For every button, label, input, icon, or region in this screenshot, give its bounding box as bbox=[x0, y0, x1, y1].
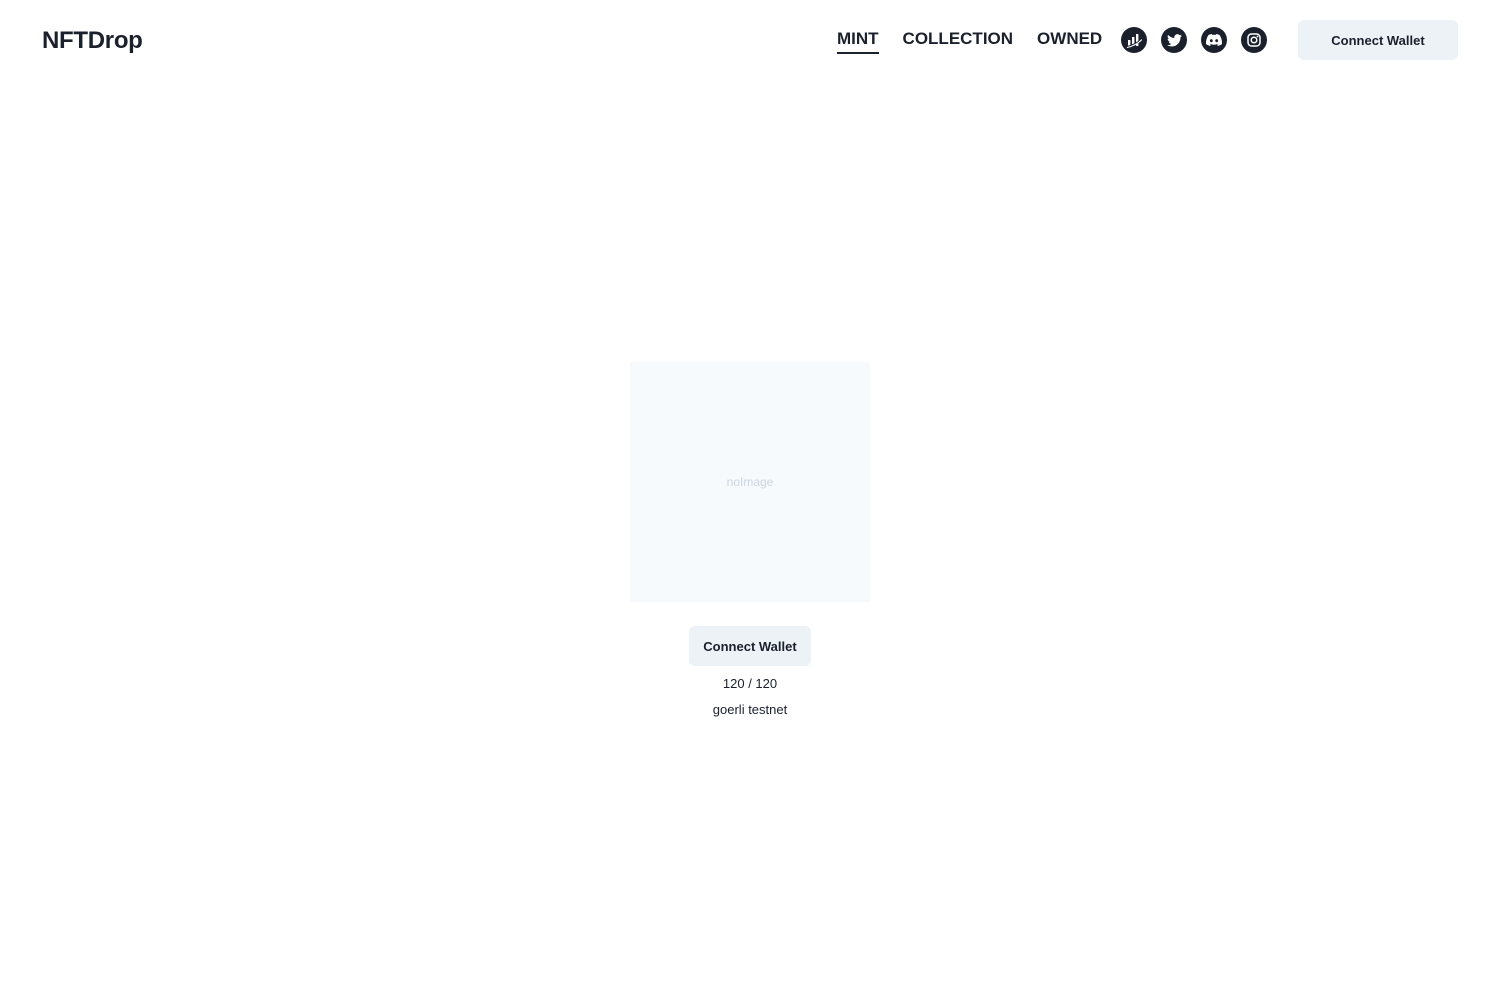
mint-panel: noImage Connect Wallet 120 / 120 goerli … bbox=[630, 362, 870, 718]
connect-wallet-button[interactable]: Connect Wallet bbox=[1298, 20, 1458, 60]
nft-image-placeholder: noImage bbox=[630, 362, 870, 602]
nav-owned[interactable]: OWNED bbox=[1037, 28, 1102, 54]
chart-icon[interactable] bbox=[1121, 27, 1147, 53]
page: NFTDrop MINT COLLECTION OWNED Connect Wa… bbox=[0, 0, 1500, 1000]
supply-count: 120 / 120 bbox=[722, 676, 778, 691]
network-label: goerli testnet bbox=[712, 702, 788, 717]
nav-mint[interactable]: MINT bbox=[837, 28, 879, 54]
twitter-icon[interactable] bbox=[1161, 27, 1187, 53]
mint-connect-wallet-button[interactable]: Connect Wallet bbox=[689, 626, 811, 666]
instagram-icon[interactable] bbox=[1241, 27, 1267, 53]
main-nav: MINT COLLECTION OWNED bbox=[837, 28, 1102, 54]
logo[interactable]: NFTDrop bbox=[42, 26, 143, 56]
social-links bbox=[1121, 27, 1267, 53]
no-image-label: noImage bbox=[726, 475, 774, 489]
discord-icon[interactable] bbox=[1201, 27, 1227, 53]
header: NFTDrop MINT COLLECTION OWNED Connect Wa… bbox=[0, 0, 1500, 80]
nav-collection[interactable]: COLLECTION bbox=[903, 28, 1014, 54]
